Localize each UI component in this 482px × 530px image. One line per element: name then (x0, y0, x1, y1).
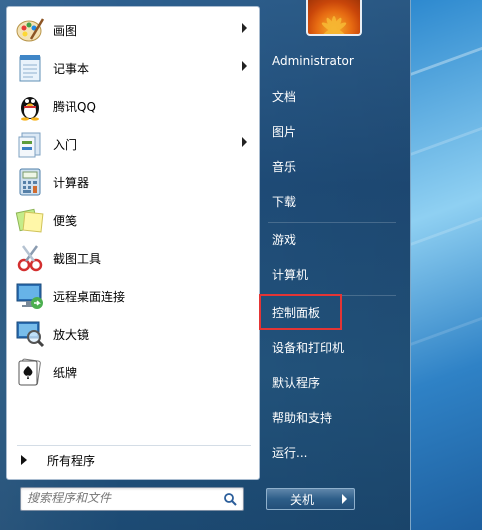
expand-arrow-icon (21, 455, 27, 465)
shutdown-label: 关机 (289, 492, 314, 507)
downloads-link[interactable]: 下载 (268, 189, 402, 213)
submenu-arrow-icon[interactable] (242, 61, 247, 71)
magnifier-icon (13, 317, 47, 351)
search-box[interactable] (20, 487, 244, 511)
program-label: 画图 (53, 23, 78, 38)
paint-icon (13, 13, 47, 47)
search-icon[interactable] (223, 492, 237, 509)
getting-started-icon (13, 127, 47, 161)
program-label: 纸牌 (53, 365, 78, 380)
games-link[interactable]: 游戏 (268, 227, 402, 251)
computer-link[interactable]: 计算机 (268, 262, 402, 286)
submenu-arrow-icon[interactable] (242, 23, 247, 33)
program-label: 放大镜 (53, 327, 90, 342)
music-link[interactable]: 音乐 (268, 154, 402, 178)
program-solitaire[interactable]: 纸牌 (11, 354, 255, 390)
highlight-box (259, 294, 342, 330)
program-paint[interactable]: 画图 (11, 12, 255, 48)
pictures-link[interactable]: 图片 (268, 119, 402, 143)
program-label: 便笺 (53, 213, 78, 228)
program-label: 计算器 (53, 175, 90, 190)
submenu-arrow-icon[interactable] (242, 137, 247, 147)
remote-desktop-icon (13, 279, 47, 313)
all-programs-button[interactable]: 所有程序 (17, 449, 95, 471)
programs-pane: 画图 记事本 腾讯QQ 入门 计算器 便笺 截图工具 远程桌面连接 放大镜 纸牌… (6, 6, 260, 480)
shutdown-button[interactable]: 关机 (266, 488, 338, 510)
separator (268, 222, 396, 223)
devices-printers-link[interactable]: 设备和打印机 (268, 335, 402, 359)
qq-penguin-icon (13, 89, 47, 123)
run-link[interactable]: 运行... (268, 440, 402, 464)
program-label: 截图工具 (53, 251, 102, 266)
default-programs-link[interactable]: 默认程序 (268, 370, 402, 394)
calculator-icon (13, 165, 47, 199)
shutdown-options-arrow-icon[interactable] (336, 488, 355, 510)
separator (17, 445, 251, 446)
program-label: 远程桌面连接 (53, 289, 126, 304)
search-input[interactable] (21, 488, 217, 508)
program-label: 腾讯QQ (53, 99, 96, 114)
program-calculator[interactable]: 计算器 (11, 164, 255, 200)
program-getting-started[interactable]: 入门 (11, 126, 255, 162)
program-sticky-notes[interactable]: 便笺 (11, 202, 255, 238)
documents-link[interactable]: 文档 (268, 84, 402, 108)
help-support-link[interactable]: 帮助和支持 (268, 405, 402, 429)
program-magnifier[interactable]: 放大镜 (11, 316, 255, 352)
program-qq[interactable]: 腾讯QQ (11, 88, 255, 124)
notepad-icon (13, 51, 47, 85)
program-snipping-tool[interactable]: 截图工具 (11, 240, 255, 276)
all-programs-label: 所有程序 (47, 453, 96, 468)
program-label: 记事本 (53, 61, 90, 76)
sticky-notes-icon (13, 203, 47, 237)
program-remote-desktop[interactable]: 远程桌面连接 (11, 278, 255, 314)
user-name-link[interactable]: Administrator (268, 49, 402, 73)
user-avatar[interactable] (306, 0, 362, 36)
desktop-wallpaper (410, 0, 482, 530)
program-notepad[interactable]: 记事本 (11, 50, 255, 86)
solitaire-icon (13, 355, 47, 389)
program-label: 入门 (53, 137, 78, 152)
snipping-tool-icon (13, 241, 47, 275)
start-menu: 画图 记事本 腾讯QQ 入门 计算器 便笺 截图工具 远程桌面连接 放大镜 纸牌… (0, 0, 411, 530)
